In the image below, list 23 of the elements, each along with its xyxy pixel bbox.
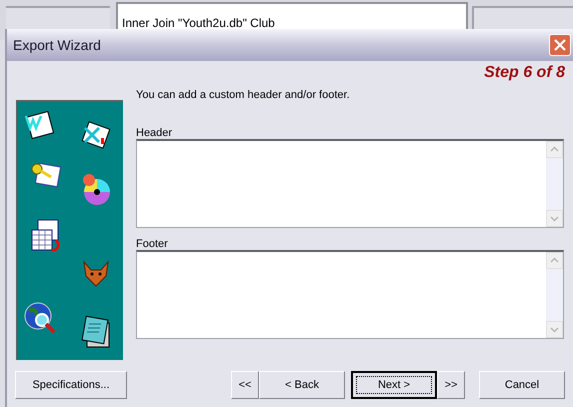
text-area[interactable]: [136, 139, 564, 228]
background-text: Inner Join "Youth2u.db" Club: [122, 16, 275, 30]
fox-icon: [81, 260, 111, 288]
wizard-button[interactable]: Next >: [351, 371, 437, 399]
scroll-down-icon[interactable]: [546, 210, 563, 227]
step-indicator: Step 6 of 8: [484, 63, 565, 83]
scroll-up-icon[interactable]: [546, 141, 563, 158]
scrollbar[interactable]: [546, 252, 563, 338]
wizard-button[interactable]: Cancel: [479, 371, 565, 399]
field-label: Footer: [136, 237, 169, 250]
wizard-button[interactable]: < Back: [259, 371, 345, 399]
wizard-button[interactable]: Specifications...: [15, 371, 127, 399]
field-label: Header: [136, 126, 174, 139]
close-button[interactable]: [549, 34, 571, 56]
close-icon: [553, 38, 567, 52]
window-title: Export Wizard: [13, 36, 101, 55]
text-area[interactable]: [136, 250, 564, 339]
instruction-text: You can add a custom header and/or footer.: [136, 88, 351, 103]
scroll-down-icon[interactable]: [546, 321, 563, 338]
wizard-button[interactable]: <<: [231, 371, 259, 399]
wizard-button[interactable]: >>: [437, 371, 465, 399]
scroll-up-icon[interactable]: [546, 252, 563, 269]
scrollbar[interactable]: [546, 141, 563, 227]
